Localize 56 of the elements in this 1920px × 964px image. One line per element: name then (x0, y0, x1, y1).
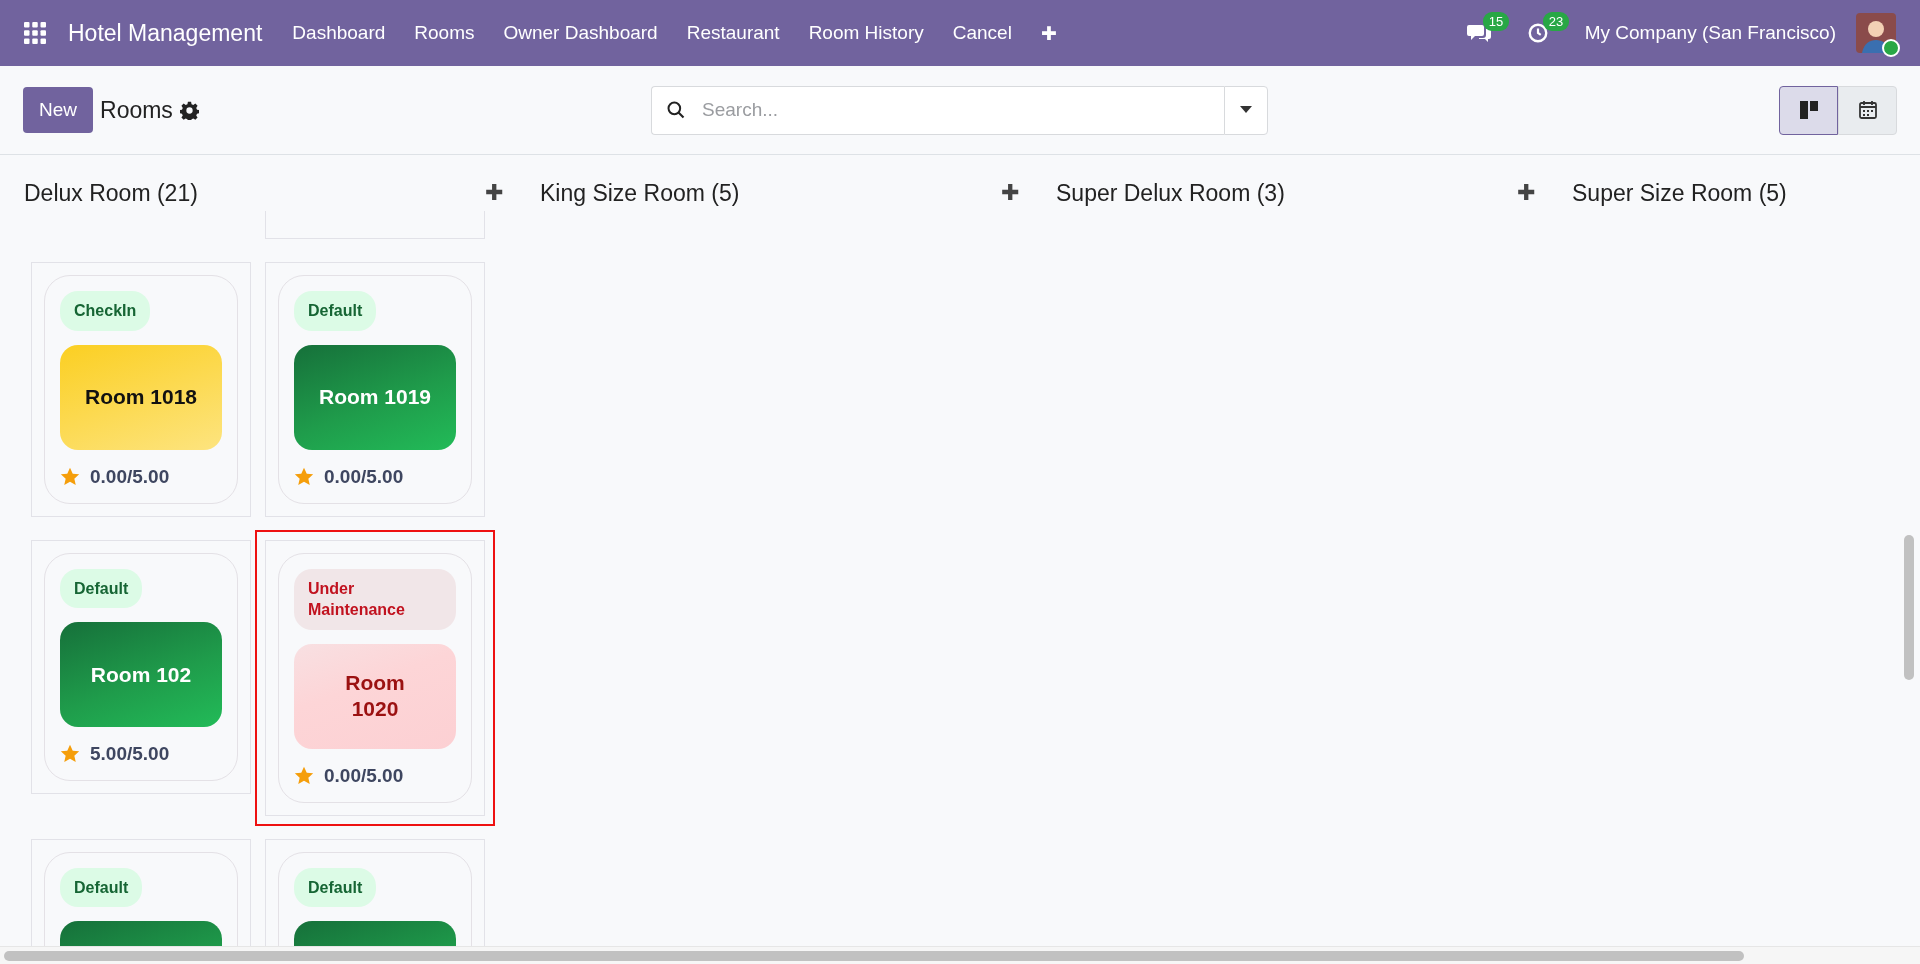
star-icon (60, 744, 80, 765)
status-tag: CheckIn (60, 291, 151, 331)
kanban-icon (1798, 100, 1819, 120)
clock-icon[interactable] (1526, 22, 1549, 44)
page-title: Rooms (100, 96, 173, 124)
menu-item[interactable]: Owner Dashboard (503, 22, 658, 44)
room-tile: Room 102 (60, 622, 222, 728)
column-title: Delux Room (21) (24, 179, 198, 207)
status-tag: Default (60, 867, 143, 908)
room-card[interactable]: Default (31, 838, 251, 949)
status-tag: Default (294, 291, 377, 331)
status-tag: Under Maintenance (294, 568, 456, 630)
room-card[interactable]: Default Room 1019 0.00/5.00 (265, 262, 485, 517)
new-button[interactable]: New (23, 87, 93, 133)
column-title: King Size Room (5) (540, 179, 740, 207)
status-tag: Default (294, 867, 377, 908)
add-card-button[interactable]: ✚ (1001, 180, 1019, 206)
room-tile: Room 1020 (294, 643, 456, 749)
rating-value: 0.00/5.00 (324, 465, 404, 488)
view-switch-button[interactable] (1779, 85, 1838, 135)
search-field[interactable]: Search... (651, 85, 1224, 135)
add-card-button[interactable]: ✚ (1517, 180, 1535, 206)
column-title: Super Size Room (5) (1572, 179, 1787, 207)
room-card[interactable]: Default (265, 838, 485, 949)
rating-value: 0.00/5.00 (324, 764, 404, 787)
room-card[interactable]: Under Maintenance Room 1020 0.00/5.00 (265, 539, 485, 816)
star-icon (294, 466, 314, 487)
rating-value: 5.00/5.00 (90, 743, 170, 766)
rating-value: 0.00/5.00 (90, 465, 170, 488)
notification-badge: 23 (1542, 12, 1570, 31)
app-name[interactable]: Hotel Management (68, 19, 263, 47)
menu-item[interactable]: Cancel (952, 22, 1012, 44)
menu-item[interactable]: Room History (808, 22, 924, 44)
menu-item[interactable]: Dashboard (292, 22, 386, 44)
online-status-dot (1882, 39, 1900, 57)
calendar-icon (1857, 100, 1878, 120)
notification-badge: 15 (1482, 12, 1510, 31)
chat-icon[interactable] (1466, 22, 1491, 44)
menu-item[interactable]: Rooms (414, 22, 475, 44)
settings-icon[interactable] (179, 100, 199, 120)
menu-item[interactable]: Restaurant (686, 22, 780, 44)
star-icon (294, 765, 314, 786)
star-icon (60, 466, 80, 487)
status-tag: Default (60, 568, 143, 609)
app-grid-icon[interactable] (24, 22, 46, 44)
room-card[interactable]: CheckIn Room 1018 0.00/5.00 (31, 262, 251, 517)
add-menu-button[interactable]: ✚ (1040, 21, 1057, 45)
horizontal-scrollbar[interactable] (0, 946, 1920, 964)
caret-icon (1240, 106, 1252, 114)
column-title: Super Delux Room (3) (1056, 179, 1285, 207)
room-tile: Room 1019 (294, 344, 456, 450)
add-card-button[interactable]: ✚ (485, 180, 503, 206)
room-tile: Room 1018 (60, 344, 222, 450)
user-avatar[interactable] (1856, 13, 1896, 53)
room-card[interactable]: Default Room 102 5.00/5.00 (31, 539, 251, 795)
company-switcher[interactable]: My Company (San Francisco) (1584, 22, 1836, 44)
